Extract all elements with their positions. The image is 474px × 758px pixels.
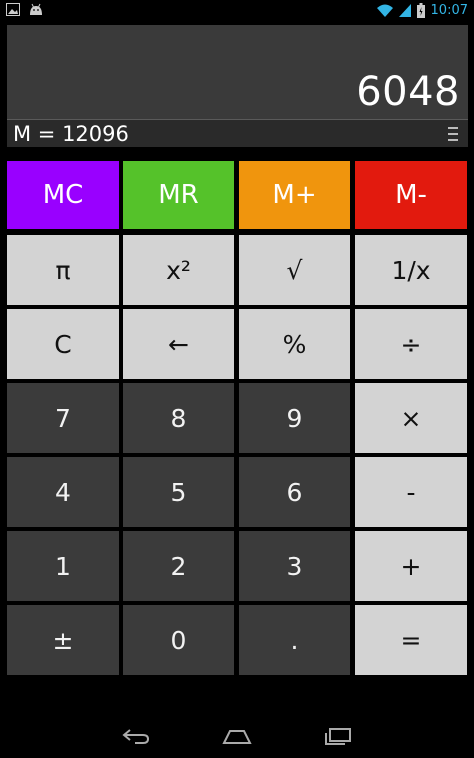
backspace-button[interactable]: ←: [123, 309, 234, 379]
square-root-button[interactable]: √: [239, 235, 350, 305]
digit-1-button[interactable]: 1: [7, 531, 119, 601]
reciprocal-button[interactable]: 1/x: [355, 235, 467, 305]
percent-button[interactable]: %: [239, 309, 350, 379]
image-notification-icon: [6, 3, 20, 16]
digit-7-button[interactable]: 7: [7, 383, 119, 453]
equals-button[interactable]: =: [355, 605, 467, 675]
pi-button[interactable]: π: [7, 235, 119, 305]
digit-5-button[interactable]: 5: [123, 457, 234, 527]
decimal-point-button[interactable]: .: [239, 605, 350, 675]
memory-indicator: M = 12096: [13, 122, 129, 146]
square-button[interactable]: x²: [123, 235, 234, 305]
memory-clear-button[interactable]: MC: [7, 161, 119, 229]
divide-button[interactable]: ÷: [355, 309, 467, 379]
calculator-display: 6048 M = 12096: [7, 25, 468, 147]
status-bar: 10:07: [0, 0, 474, 20]
battery-icon: [416, 2, 425, 18]
multiply-button[interactable]: ×: [355, 383, 467, 453]
plus-minus-button[interactable]: ±: [7, 605, 119, 675]
status-time: 10:07: [430, 2, 468, 18]
signal-icon: [398, 3, 411, 17]
memory-add-button[interactable]: M+: [239, 161, 350, 229]
wifi-icon: [376, 4, 393, 17]
calculator-app: 10:07 6048 M = 12096 MC MR M+ M- π x² √ …: [0, 0, 474, 758]
digit-2-button[interactable]: 2: [123, 531, 234, 601]
recents-icon[interactable]: [318, 724, 358, 748]
memory-subtract-button[interactable]: M-: [355, 161, 467, 229]
digit-4-button[interactable]: 4: [7, 457, 119, 527]
digit-0-button[interactable]: 0: [123, 605, 234, 675]
result-panel: 6048: [7, 25, 468, 119]
digit-8-button[interactable]: 8: [123, 383, 234, 453]
memory-recall-button[interactable]: MR: [123, 161, 234, 229]
display-divider: [7, 119, 468, 120]
home-icon[interactable]: [217, 724, 257, 748]
clear-button[interactable]: C: [7, 309, 119, 379]
add-button[interactable]: +: [355, 531, 467, 601]
digit-3-button[interactable]: 3: [239, 531, 350, 601]
display-value: 6048: [356, 69, 460, 115]
subtract-button[interactable]: -: [355, 457, 467, 527]
android-notification-icon: [28, 3, 44, 16]
digit-9-button[interactable]: 9: [239, 383, 350, 453]
digit-6-button[interactable]: 6: [239, 457, 350, 527]
overflow-menu-icon[interactable]: [448, 126, 458, 142]
back-icon[interactable]: [116, 724, 156, 748]
navigation-bar: [0, 712, 474, 758]
